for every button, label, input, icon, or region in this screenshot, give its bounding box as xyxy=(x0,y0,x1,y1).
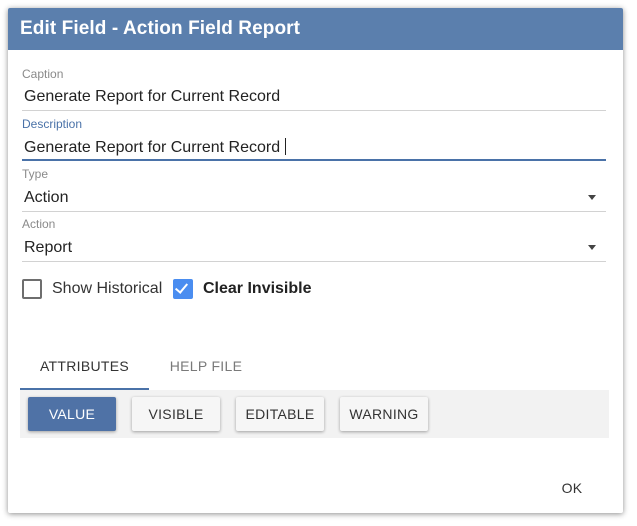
tab-bar: ATTRIBUTES HELP FILE xyxy=(20,348,609,390)
action-label: Action xyxy=(22,217,56,231)
caption-field[interactable]: Caption Generate Report for Current Reco… xyxy=(22,66,606,112)
dropdown-arrow-icon[interactable] xyxy=(588,245,596,250)
edit-field-dialog: Edit Field - Action Field Report Caption… xyxy=(8,8,623,513)
action-value: Report xyxy=(24,239,73,256)
description-value: Generate Report for Current Record xyxy=(24,139,281,156)
description-field[interactable]: Description Generate Report for Current … xyxy=(22,116,606,162)
clear-invisible-checkbox[interactable] xyxy=(173,279,193,299)
clear-invisible-label[interactable]: Clear Invisible xyxy=(203,280,312,298)
warning-button[interactable]: WARNING xyxy=(340,397,428,431)
type-value: Action xyxy=(24,189,69,206)
editable-button[interactable]: EDITABLE xyxy=(236,397,324,431)
ok-button[interactable]: OK xyxy=(548,473,596,503)
action-select[interactable]: Action Report xyxy=(22,216,606,262)
dropdown-arrow-icon[interactable] xyxy=(588,195,596,200)
value-button[interactable]: VALUE xyxy=(28,397,116,431)
tab-help-file[interactable]: HELP FILE xyxy=(149,348,263,390)
text-cursor xyxy=(285,138,287,155)
type-underline xyxy=(22,211,606,212)
visible-button[interactable]: VISIBLE xyxy=(132,397,220,431)
description-input[interactable]: Generate Report for Current Record xyxy=(24,138,287,157)
show-historical-label[interactable]: Show Historical xyxy=(52,280,162,298)
attributes-panel: VALUE VISIBLE EDITABLE WARNING xyxy=(20,390,609,438)
description-underline xyxy=(22,159,606,161)
type-select[interactable]: Type Action xyxy=(22,166,606,212)
dialog-titlebar: Edit Field - Action Field Report xyxy=(8,8,623,50)
checkmark-icon xyxy=(174,280,189,294)
caption-underline xyxy=(22,110,606,111)
show-historical-checkbox[interactable] xyxy=(22,279,42,299)
tab-attributes[interactable]: ATTRIBUTES xyxy=(20,348,149,390)
dialog-title: Edit Field - Action Field Report xyxy=(20,18,301,39)
caption-label: Caption xyxy=(22,67,64,81)
description-label: Description xyxy=(22,117,83,131)
caption-value: Generate Report for Current Record xyxy=(24,88,281,105)
type-label: Type xyxy=(22,167,49,181)
action-underline xyxy=(22,261,606,262)
